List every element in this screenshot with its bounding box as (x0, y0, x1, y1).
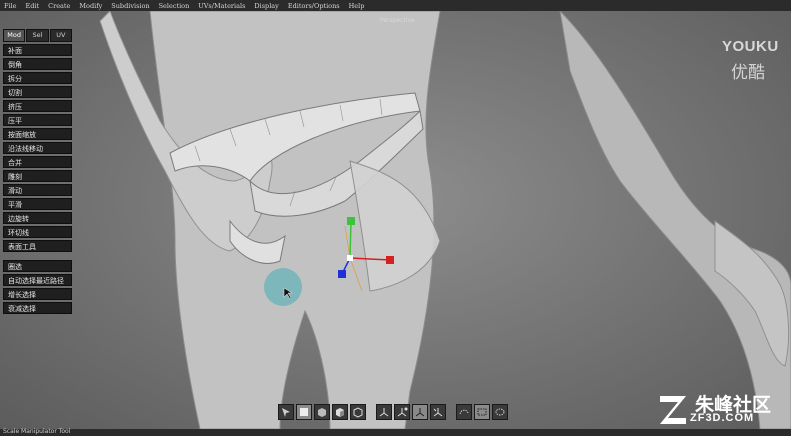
paint-select-button[interactable] (492, 404, 508, 420)
panel-tab-uv[interactable]: UV (49, 29, 72, 42)
rect-select-button[interactable] (474, 404, 490, 420)
view-toolbar (278, 404, 508, 420)
menu-edit[interactable]: Edit (26, 2, 40, 10)
menu-modify[interactable]: Modify (79, 2, 102, 10)
cube-outline-button[interactable] (350, 404, 366, 420)
panel-button-group1-13[interactable]: 环切线 (3, 226, 72, 238)
panel-button-group1-0[interactable]: 补面 (3, 44, 72, 56)
panel-button-group1-14[interactable]: 表面工具 (3, 240, 72, 252)
axis-tool-4-button[interactable] (430, 404, 446, 420)
menu-selection[interactable]: Selection (159, 2, 190, 10)
brush-cursor (264, 268, 302, 306)
panel-tab-sel[interactable]: Sel (26, 29, 49, 42)
3d-viewport[interactable]: Perspective (0, 11, 791, 429)
youku-cn-watermark: 优酷 (731, 63, 765, 83)
zf-logo-icon (660, 396, 686, 424)
menu-display[interactable]: Display (254, 2, 278, 10)
panel-button-group1-12[interactable]: 边旋转 (3, 212, 72, 224)
model-scene (99, 11, 791, 429)
axis-tool-1-button[interactable] (376, 404, 392, 420)
menu-subdivision[interactable]: Subdivision (111, 2, 149, 10)
zf-en-watermark: ZF3D.COM (690, 412, 755, 424)
panel-button-group1-8[interactable]: 合并 (3, 156, 72, 168)
menu-bar: File Edit Create Modify Subdivision Selection… (0, 0, 791, 11)
panel-button-group1-1[interactable]: 倒角 (3, 58, 72, 70)
face-select-button[interactable] (296, 404, 312, 420)
panel-button-group2-0[interactable]: 圈选 (3, 260, 72, 272)
panel-button-group1-9[interactable]: 雕刻 (3, 170, 72, 182)
menu-create[interactable]: Create (48, 2, 70, 10)
menu-uvs-materials[interactable]: UVs/Materials (198, 2, 245, 10)
panel-button-group2-2[interactable]: 增长选择 (3, 288, 72, 300)
panel-button-group1-10[interactable]: 滑动 (3, 184, 72, 196)
panel-button-group1-2[interactable]: 拆分 (3, 72, 72, 84)
panel-tab-mod[interactable]: Mod (3, 29, 26, 42)
menu-editors-options[interactable]: Editors/Options (288, 2, 340, 10)
panel-button-group2-1[interactable]: 自动选择最近路径 (3, 274, 72, 286)
viewport-label: Perspective (380, 17, 415, 24)
cube-side-button[interactable] (332, 404, 348, 420)
menu-file[interactable]: File (4, 2, 17, 10)
tool-panel: Mod Sel UV 补面倒角拆分切割挤压压平按面缩放沿法线移动合并雕刻滑动平滑边旋… (3, 29, 72, 316)
youku-watermark: YOUKU (722, 38, 779, 55)
menu-help[interactable]: Help (349, 2, 365, 10)
select-tool-button[interactable] (278, 404, 294, 420)
lasso-select-button[interactable] (456, 404, 472, 420)
axis-tool-2-button[interactable] (394, 404, 410, 420)
cube-front-button[interactable] (314, 404, 330, 420)
status-bar: Scale Manipulator Tool (0, 428, 791, 436)
panel-button-group1-7[interactable]: 沿法线移动 (3, 142, 72, 154)
panel-button-group2-3[interactable]: 衰减选择 (3, 302, 72, 314)
panel-button-group1-3[interactable]: 切割 (3, 86, 72, 98)
panel-button-group1-5[interactable]: 压平 (3, 114, 72, 126)
status-text: Scale Manipulator Tool (3, 428, 71, 435)
panel-button-group1-11[interactable]: 平滑 (3, 198, 72, 210)
axis-tool-3-button[interactable] (412, 404, 428, 420)
panel-button-group1-4[interactable]: 挤压 (3, 100, 72, 112)
panel-button-group1-6[interactable]: 按面缩放 (3, 128, 72, 140)
